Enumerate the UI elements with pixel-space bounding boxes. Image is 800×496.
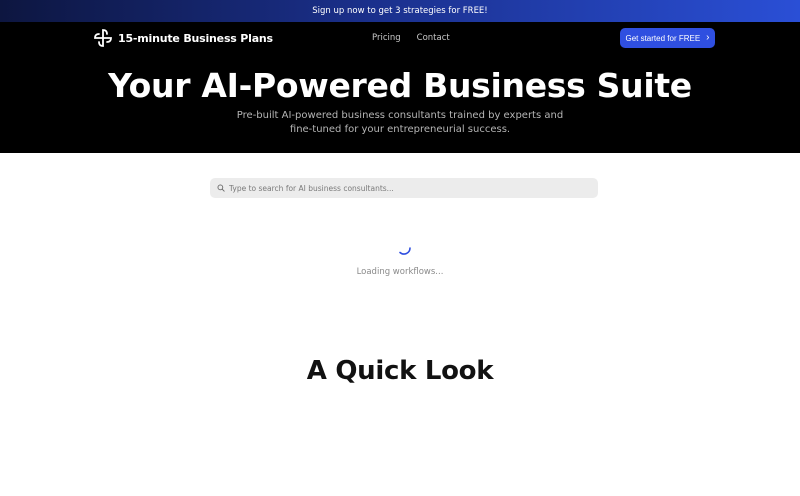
logo-text: 15-minute Business Plans	[118, 31, 273, 45]
hero-subtitle: Pre-built AI-powered business consultant…	[236, 110, 564, 135]
nav-link-pricing[interactable]: Pricing	[372, 33, 401, 43]
loading-text: Loading workflows...	[356, 267, 444, 277]
get-started-label: Get started for FREE	[625, 33, 701, 43]
promo-text[interactable]: Sign up now to get 3 strategies for FREE…	[312, 6, 487, 16]
chevron-right-icon: ›	[706, 32, 710, 43]
search-icon	[217, 184, 225, 192]
section-title: A Quick Look	[306, 356, 494, 386]
nav-link-contact[interactable]: Contact	[417, 33, 450, 43]
promo-banner[interactable]: Sign up now to get 3 strategies for FREE…	[0, 0, 800, 22]
logo-link[interactable]: 15-minute Business Plans	[93, 29, 273, 47]
spinner-icon	[399, 247, 411, 255]
search-input[interactable]	[229, 183, 589, 193]
pinwheel-logo-icon	[94, 29, 112, 47]
search-bar[interactable]	[210, 178, 598, 198]
hero-title: Your AI-Powered Business Suite	[108, 66, 692, 105]
top-nav: Pricing Contact	[372, 33, 450, 43]
get-started-button[interactable]: Get started for FREE ›	[620, 28, 715, 48]
